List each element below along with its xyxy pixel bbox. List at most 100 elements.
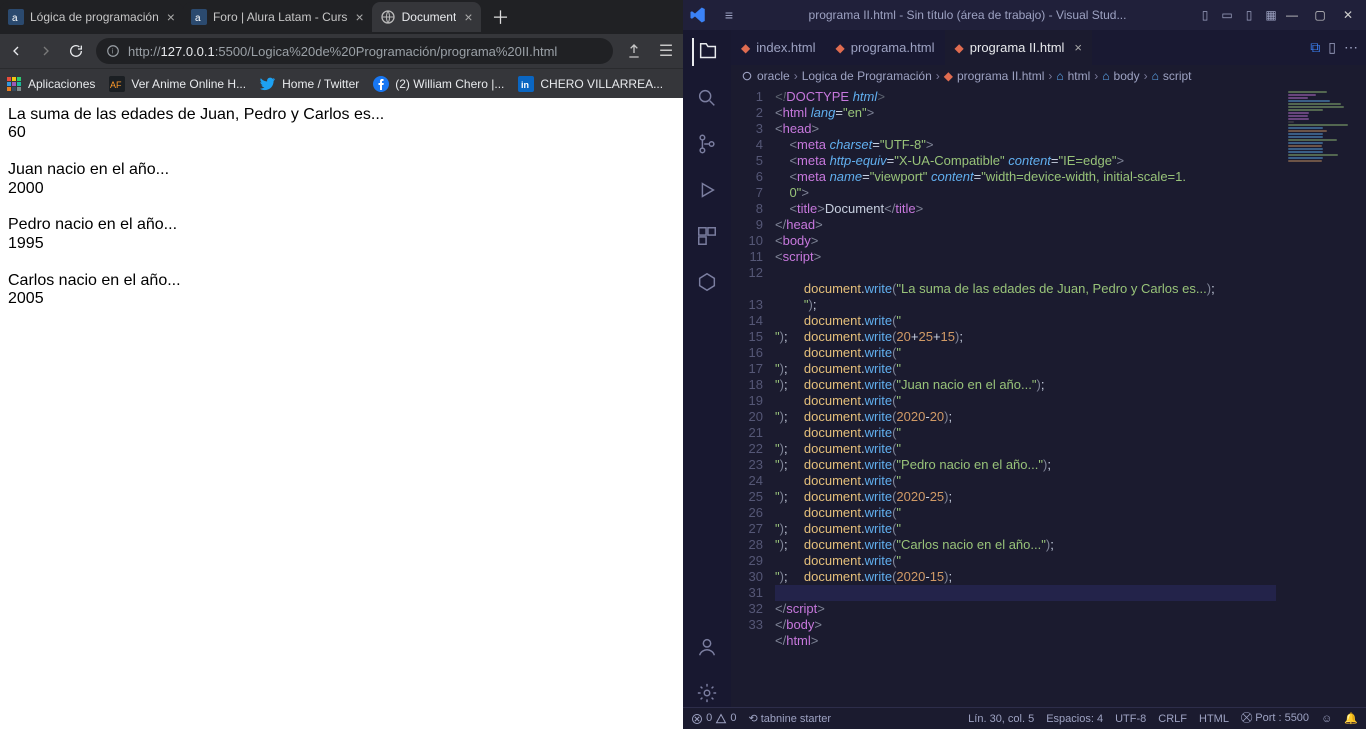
activity-bar [683,30,731,707]
address-bar-row: i http://127.0.0.1:5500/Logica%20de%20Pr… [0,34,683,68]
page-line: La suma de las edades de Juan, Pedro y C… [8,106,675,124]
page-line: 2000 [8,180,675,198]
close-icon[interactable]: × [167,9,175,25]
alura-icon: a [8,9,24,25]
svg-text:a: a [195,13,201,24]
titlebar: ≡ programa II.html - Sin título (área de… [683,0,1366,30]
code-editor[interactable]: 123456789101112 131415161718192021222324… [731,87,1366,707]
status-tabnine[interactable]: ⟲ tabnine starter [748,712,831,725]
crumb[interactable]: script [1163,69,1192,83]
new-tab-button[interactable]: ＋ [487,3,515,31]
tab-label: programa.html [851,40,935,55]
status-port[interactable]: ⛒ Port : 5500 [1241,712,1309,725]
menu-button[interactable]: ≡ [717,7,741,23]
status-eol[interactable]: CRLF [1158,713,1187,725]
more-icon[interactable]: ⋯ [1344,39,1358,56]
crumb[interactable]: Logica de Programación [802,69,932,83]
address-bar[interactable]: i http://127.0.0.1:5500/Logica%20de%20Pr… [96,38,613,64]
rendered-page: La suma de las edades de Juan, Pedro y C… [0,98,683,729]
layout-icon[interactable]: ▭ [1217,8,1237,22]
close-button[interactable]: ✕ [1338,8,1358,22]
crumb[interactable]: body [1114,69,1140,83]
split-icon[interactable]: ▯ [1328,39,1336,56]
source-control-icon[interactable] [693,130,721,158]
crumb[interactable]: programa II.html [957,69,1044,83]
apps-icon [6,76,22,92]
editor-tab-programa[interactable]: ◆programa.html [825,30,944,65]
reload-button[interactable] [66,41,86,61]
menu-button[interactable]: ☰ [655,41,677,61]
editor-tab-index[interactable]: ◆ index.html [731,30,825,65]
bookmark-twitter[interactable]: Home / Twitter [260,76,359,92]
extensions-icon[interactable] [693,222,721,250]
layout-icon[interactable]: ▦ [1261,8,1281,22]
settings-icon[interactable] [693,679,721,707]
breadcrumbs[interactable]: oracle› Logica de Programación› ◆ progra… [731,65,1366,87]
facebook-icon [373,76,389,92]
svg-text:AF: AF [110,80,122,90]
layout-icon[interactable]: ▯ [1195,8,1215,22]
af-icon: AF [109,76,125,92]
search-icon[interactable] [693,84,721,112]
tab-label: index.html [756,40,815,55]
tab-label: Document [402,10,457,24]
explorer-icon[interactable] [692,38,720,66]
bookmark-anime[interactable]: AF Ver Anime Online H... [109,76,246,92]
status-feedback-icon[interactable]: ☺ [1321,713,1332,725]
bookmark-fb[interactable]: (2) William Chero |... [373,76,504,92]
tab-label: programa II.html [970,40,1065,55]
close-icon[interactable]: × [355,9,363,25]
page-line: Pedro nacio en el año... [8,216,675,234]
status-bell-icon[interactable]: 🔔 [1344,712,1358,725]
bookmark-label: Aplicaciones [28,77,95,91]
tabnine-icon[interactable] [693,268,721,296]
status-enc[interactable]: UTF-8 [1115,713,1146,725]
editor-tab-programa2[interactable]: ◆ programa II.html × [945,30,1092,65]
page-line [8,253,675,271]
browser-tabs: a Lógica de programación × a Foro | Alur… [0,0,683,34]
back-button[interactable] [6,41,26,61]
account-icon[interactable] [693,633,721,661]
crumb[interactable]: html [1068,69,1091,83]
code-area[interactable]: <!DOCTYPE html><html lang="en"><head> <m… [775,87,1276,707]
bookmark-label: Ver Anime Online H... [131,77,246,91]
bookmark-label: CHERO VILLARREA... [540,77,663,91]
minimize-button[interactable]: — [1282,8,1302,22]
vscode-logo-icon [683,6,713,24]
bookmark-apps[interactable]: Aplicaciones [6,76,95,92]
layout-icon[interactable]: ▯ [1239,8,1259,22]
bookmarks-bar: Aplicaciones AF Ver Anime Online H... Hom… [0,68,683,98]
page-line: 2005 [8,290,675,308]
share-button[interactable] [623,43,645,59]
status-lncol[interactable]: Lín. 30, col. 5 [968,713,1034,725]
html-file-icon: ◆ [955,41,964,55]
page-line: 1995 [8,235,675,253]
status-bar: 0 0 ⟲ tabnine starter Lín. 30, col. 5 Es… [683,707,1366,729]
circle-icon [741,70,753,82]
bookmark-linkedin[interactable]: inCHERO VILLARREA... [518,76,663,92]
page-line: Juan nacio en el año... [8,161,675,179]
browser-tab-document[interactable]: Document × [372,2,481,32]
compare-icon[interactable]: ⧉ [1310,39,1320,56]
forward-button[interactable] [36,41,56,61]
page-line: 60 [8,124,675,142]
page-line [8,143,675,161]
minimap[interactable] [1276,87,1366,707]
status-lang[interactable]: HTML [1199,713,1229,725]
editor-main: ◆ index.html ◆programa.html ◆ programa II.… [731,30,1366,707]
close-icon[interactable]: × [1074,40,1082,55]
maximize-button[interactable]: ▢ [1310,8,1330,22]
editor-tabs: ◆ index.html ◆programa.html ◆ programa II.… [731,30,1366,65]
status-spaces[interactable]: Espacios: 4 [1046,713,1103,725]
browser-tab-foro[interactable]: a Foro | Alura Latam - Curs × [183,2,372,32]
debug-icon[interactable] [693,176,721,204]
bookmark-label: (2) William Chero |... [395,77,504,91]
close-icon[interactable]: × [464,9,472,25]
crumb[interactable]: oracle [757,69,790,83]
status-errors[interactable]: 0 0 [691,712,736,724]
bookmark-label: Home / Twitter [282,77,359,91]
url-host: 127.0.0.1 [161,44,215,59]
html-file-icon: ◆ [741,41,750,55]
browser-tab-logica[interactable]: a Lógica de programación × [0,2,183,32]
vscode-body: ◆ index.html ◆programa.html ◆ programa II.… [683,30,1366,707]
